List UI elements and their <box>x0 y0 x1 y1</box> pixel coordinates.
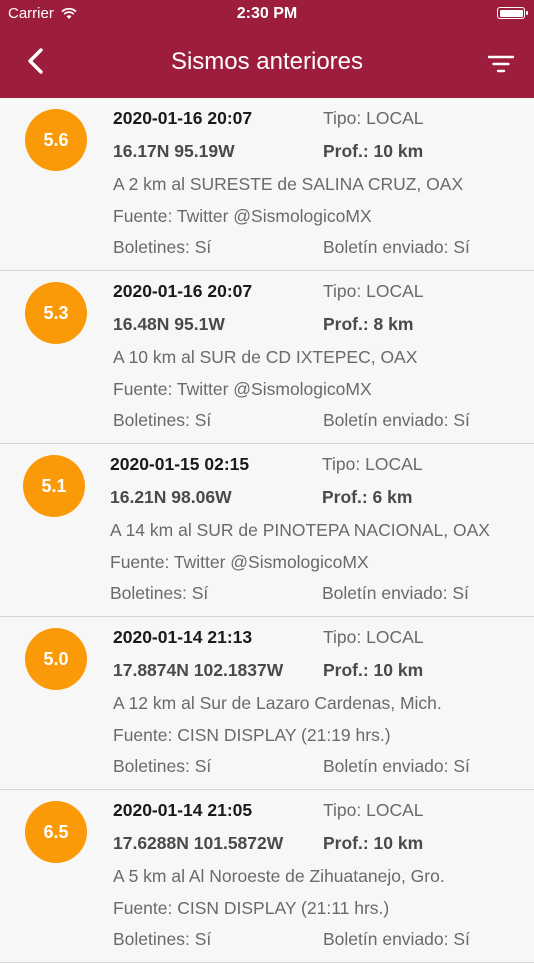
status-time: 2:30 PM <box>236 5 298 22</box>
earthquake-bulletins: Boletines: Sí <box>110 583 209 603</box>
earthquake-bulletins: Boletines: Sí <box>113 929 212 949</box>
earthquake-row[interactable]: 6.5 2020-01-14 21:05 Tipo: LOCAL 17.6288… <box>0 790 534 963</box>
earthquake-depth: Prof.: 6 km <box>322 487 413 507</box>
earthquake-source: Fuente: CISN DISPLAY (21:11 hrs.) <box>113 898 390 918</box>
earthquake-source: Fuente: Twitter @SismologicoMX <box>113 379 372 399</box>
magnitude-badge: 5.1 <box>23 455 85 517</box>
navigation-bar: Sismos anteriores <box>0 28 534 98</box>
earthquake-depth: Prof.: 10 km <box>323 833 424 853</box>
earthquake-location: A 14 km al SUR de PINOTEPA NACIONAL, OAX <box>110 520 490 540</box>
earthquake-list: 5.6 2020-01-16 20:07 Tipo: LOCAL 16.17N … <box>0 98 534 963</box>
earthquake-location: A 10 km al SUR de CD IXTEPEC, OAX <box>113 347 418 367</box>
earthquake-depth: Prof.: 10 km <box>323 141 424 161</box>
magnitude-badge: 5.6 <box>25 109 87 171</box>
earthquake-row[interactable]: 5.0 2020-01-14 21:13 Tipo: LOCAL 17.8874… <box>0 617 534 790</box>
earthquake-bulletin-sent: Boletín enviado: Sí <box>323 237 470 257</box>
app-header: Carrier 2:30 PM Sismos anteriores <box>0 0 534 98</box>
earthquake-bulletins: Boletines: Sí <box>113 410 212 430</box>
earthquake-bulletins: Boletines: Sí <box>113 237 212 257</box>
page-title: Sismos anteriores <box>170 48 364 75</box>
earthquake-datetime: 2020-01-16 20:07 <box>113 108 253 128</box>
earthquake-bulletins: Boletines: Sí <box>113 756 212 776</box>
earthquake-depth: Prof.: 10 km <box>323 660 424 680</box>
earthquake-datetime: 2020-01-16 20:07 <box>113 281 253 301</box>
earthquake-depth: Prof.: 8 km <box>323 314 414 334</box>
magnitude-badge: 5.0 <box>25 628 87 690</box>
earthquake-type: Tipo: LOCAL <box>322 454 423 474</box>
earthquake-datetime: 2020-01-14 21:13 <box>113 627 253 647</box>
earthquake-type: Tipo: LOCAL <box>323 627 424 647</box>
magnitude-badge: 6.5 <box>25 801 87 863</box>
battery-level <box>499 9 523 17</box>
earthquake-coordinates: 17.6288N 101.5872W <box>113 833 284 853</box>
earthquake-bulletin-sent: Boletín enviado: Sí <box>323 756 470 776</box>
earthquake-source: Fuente: Twitter @SismologicoMX <box>110 552 369 572</box>
filter-icon[interactable] <box>486 50 516 78</box>
earthquake-type: Tipo: LOCAL <box>323 800 424 820</box>
earthquake-type: Tipo: LOCAL <box>323 108 424 128</box>
earthquake-source: Fuente: Twitter @SismologicoMX <box>113 206 372 226</box>
magnitude-badge: 5.3 <box>25 282 87 344</box>
status-bar: Carrier 2:30 PM <box>0 0 534 28</box>
earthquake-location: A 2 km al SURESTE de SALINA CRUZ, OAX <box>113 174 464 194</box>
earthquake-bulletin-sent: Boletín enviado: Sí <box>323 410 470 430</box>
earthquake-coordinates: 17.8874N 102.1837W <box>113 660 284 680</box>
earthquake-row[interactable]: 5.1 2020-01-15 02:15 Tipo: LOCAL 16.21N … <box>0 444 534 617</box>
earthquake-datetime: 2020-01-14 21:05 <box>113 800 253 820</box>
earthquake-bulletin-sent: Boletín enviado: Sí <box>323 929 470 949</box>
earthquake-type: Tipo: LOCAL <box>323 281 424 301</box>
earthquake-bulletin-sent: Boletín enviado: Sí <box>322 583 469 603</box>
battery-icon <box>497 7 528 19</box>
earthquake-coordinates: 16.17N 95.19W <box>113 141 235 161</box>
earthquake-row[interactable]: 5.6 2020-01-16 20:07 Tipo: LOCAL 16.17N … <box>0 98 534 271</box>
earthquake-location: A 12 km al Sur de Lazaro Cardenas, Mich. <box>113 693 442 713</box>
earthquake-coordinates: 16.48N 95.1W <box>113 314 225 334</box>
earthquake-coordinates: 16.21N 98.06W <box>110 487 232 507</box>
earthquake-location: A 5 km al Al Noroeste de Zihuatanejo, Gr… <box>113 866 445 886</box>
earthquake-source: Fuente: CISN DISPLAY (21:19 hrs.) <box>113 725 391 745</box>
earthquake-row[interactable]: 5.3 2020-01-16 20:07 Tipo: LOCAL 16.48N … <box>0 271 534 444</box>
earthquake-datetime: 2020-01-15 02:15 <box>110 454 250 474</box>
